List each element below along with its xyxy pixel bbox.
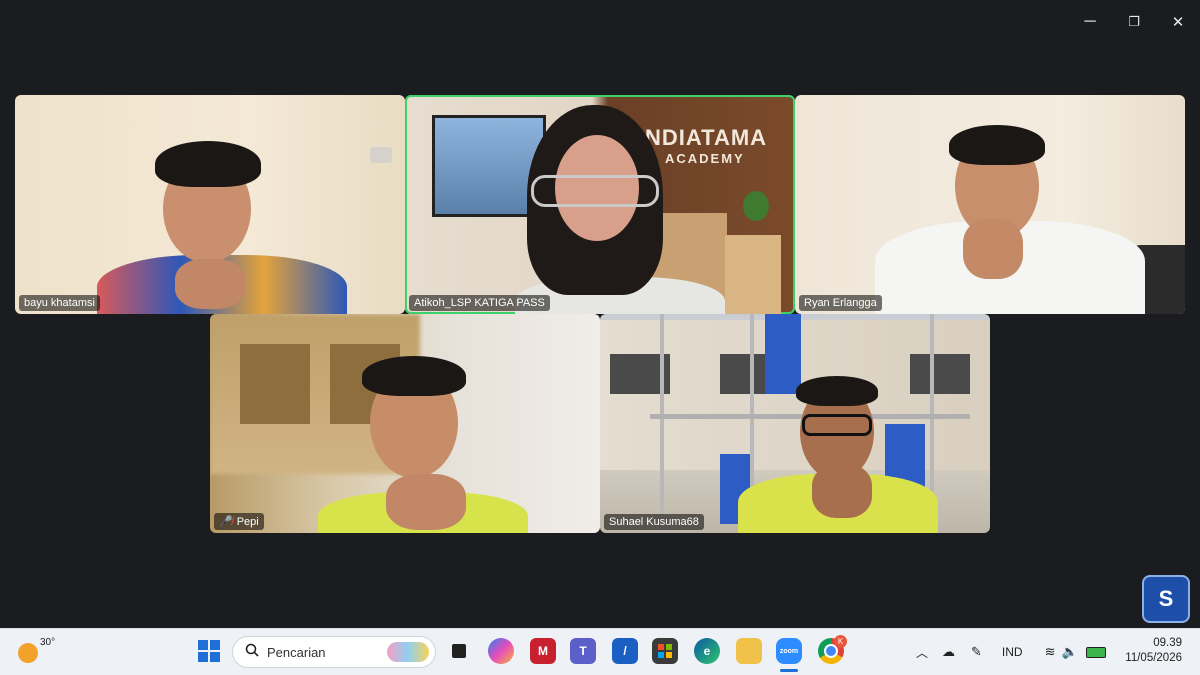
hand xyxy=(963,219,1023,279)
close-button[interactable]: ✕ xyxy=(1156,8,1200,36)
floating-app-icon[interactable]: S xyxy=(1142,575,1190,623)
weather-temp: 30° xyxy=(40,637,56,648)
battery-icon[interactable] xyxy=(1085,646,1106,658)
teams-icon[interactable]: T xyxy=(570,638,596,664)
hair xyxy=(155,141,261,187)
windows-start-icon[interactable] xyxy=(196,638,222,664)
nametag: Suhael Kusuma68 xyxy=(604,514,704,530)
language-indicator[interactable]: IND xyxy=(1002,645,1023,659)
chrome-profile-badge: K xyxy=(834,635,847,648)
network-alert-icon[interactable]: ☁ xyxy=(942,644,955,660)
video-tile-ryan[interactable]: Ryan Erlangga xyxy=(795,95,1185,314)
zoom-label: zoom xyxy=(779,647,799,655)
video-tile-atikoh[interactable]: NDIATAMA ACADEMY Atikoh_LSP KATIGA PASS xyxy=(405,95,795,314)
nametag: 🎤̸ Pepi xyxy=(214,513,264,530)
hand xyxy=(175,259,245,309)
sign-line-1: NDIATAMA xyxy=(645,125,768,150)
participant-name: Suhael Kusuma68 xyxy=(609,516,699,528)
copilot-icon[interactable] xyxy=(488,638,514,664)
glasses xyxy=(802,414,872,436)
hair xyxy=(796,376,878,406)
participant-name: Ryan Erlangga xyxy=(804,297,877,309)
hair xyxy=(949,125,1045,165)
video-tile-pepi[interactable]: 🎤̸ Pepi xyxy=(210,314,600,533)
clock-time: 09.39 xyxy=(1153,637,1182,649)
sticky-app-icon[interactable]: / xyxy=(612,638,638,664)
video-tile-bayu[interactable]: bayu khatamsi xyxy=(15,95,405,314)
nametag: bayu khatamsi xyxy=(19,295,100,311)
wifi-icon[interactable]: ≋ xyxy=(1045,644,1056,660)
search-highlight-icon xyxy=(387,642,429,662)
volume-icon[interactable]: 🔈 xyxy=(1061,644,1077,660)
pen-input-icon[interactable]: ✎ xyxy=(971,644,982,660)
restore-button[interactable]: ❐ xyxy=(1112,8,1156,36)
wall-switch xyxy=(370,147,392,163)
search-placeholder: Pencarian xyxy=(267,644,326,660)
chevron-up-icon[interactable]: ︿ xyxy=(912,644,932,661)
glasses xyxy=(531,175,659,207)
shelf-compartment xyxy=(240,344,310,424)
video-tile-suhael[interactable]: Suhael Kusuma68 xyxy=(600,314,990,533)
task-view-icon[interactable] xyxy=(446,638,472,664)
hand xyxy=(812,464,872,518)
nametag: Ryan Erlangga xyxy=(799,295,882,311)
muted-mic-icon: 🎤̸ xyxy=(219,516,233,528)
active-app-indicator xyxy=(780,669,798,672)
hair xyxy=(362,356,466,396)
clock[interactable]: 09.39 11/05/2026 xyxy=(1125,636,1182,666)
window-controls: ─ ❐ ✕ xyxy=(1068,8,1200,36)
search-icon xyxy=(245,643,259,662)
edge-icon[interactable]: e xyxy=(694,638,720,664)
worker xyxy=(765,314,801,394)
system-tray: ︿ ☁ ✎ IND ≋ 🔈 xyxy=(912,629,1106,675)
participant-name: Atikoh_LSP KATIGA PASS xyxy=(414,297,545,309)
taskbar-search[interactable]: Pencarian xyxy=(232,636,436,668)
weather-sun-icon xyxy=(18,643,38,663)
participant-name: bayu khatamsi xyxy=(24,297,95,309)
sign-line-2: ACADEMY xyxy=(665,151,745,166)
cabinet xyxy=(725,235,781,314)
clock-date: 11/05/2026 xyxy=(1125,652,1182,664)
zoom-app-icon[interactable]: zoom xyxy=(776,638,802,664)
weather-widget[interactable]: 30° xyxy=(18,637,55,663)
scaffold-pole xyxy=(660,314,664,533)
store-icon[interactable] xyxy=(652,638,678,664)
mcafee-icon[interactable]: M xyxy=(530,638,556,664)
taskbar: 30° Pencarian M T / e zoom K ︿ ☁ ✎ IND ≋… xyxy=(0,628,1200,675)
hand xyxy=(386,474,466,530)
nametag: Atikoh_LSP KATIGA PASS xyxy=(409,295,550,311)
file-explorer-icon[interactable] xyxy=(736,638,762,664)
window xyxy=(910,354,970,394)
plant xyxy=(743,191,769,221)
participant-name: Pepi xyxy=(236,515,259,528)
minimize-button[interactable]: ─ xyxy=(1068,8,1112,36)
